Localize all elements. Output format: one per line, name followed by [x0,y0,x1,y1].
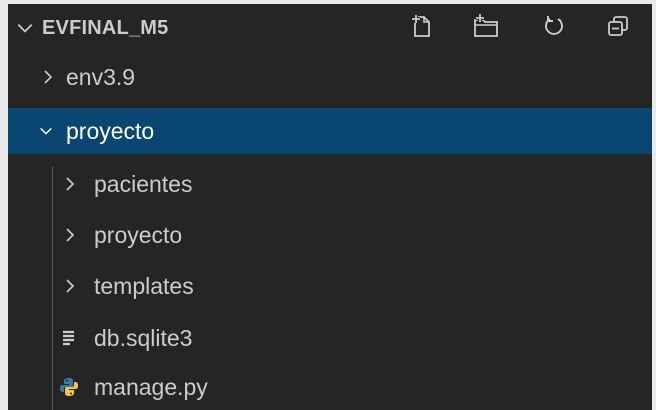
new-file-icon [412,15,430,37]
tree-item-env3-9[interactable]: env3.9 [8,54,652,100]
tree-item-proyecto-root[interactable]: proyecto [8,108,652,154]
explorer-header[interactable]: EVFINAL_M5 [8,4,652,52]
tree-item-label: templates [94,273,194,299]
tree-item-label: env3.9 [66,64,136,90]
chevron-right-icon [66,279,75,293]
refresh-button[interactable] [538,10,570,42]
tree-item-label: proyecto [66,118,155,144]
chevron-right-icon [66,228,75,242]
new-file-button[interactable] [406,10,438,42]
chevron-right-icon [66,177,75,191]
collapse-all-icon [608,16,628,36]
tree-item-label: manage.py [94,374,208,400]
chevron-down-icon [40,127,52,135]
tree-item-manage-py[interactable]: manage.py [8,364,652,410]
tree-item-templates[interactable]: templates [8,263,652,309]
new-folder-button[interactable] [470,10,502,42]
chevron-down-icon[interactable] [16,19,34,37]
screenshot-frame: EVFINAL_M5 env3.9 proyecto pacientes pro… [0,0,656,410]
chevron-right-icon [44,70,53,84]
tree-item-pacientes[interactable]: pacientes [8,161,652,207]
explorer-panel: EVFINAL_M5 env3.9 proyecto pacientes pro… [8,4,652,410]
collapse-all-button[interactable] [602,10,634,42]
tree-item-label: proyecto [94,222,183,248]
tree-item-proyecto[interactable]: proyecto [8,212,652,258]
tree-item-label: pacientes [94,171,193,197]
workspace-title: EVFINAL_M5 [42,17,169,39]
tree-item-label: db.sqlite3 [94,325,193,351]
new-folder-icon [474,14,498,37]
refresh-icon [545,16,563,35]
tree-item-db-sqlite3[interactable]: db.sqlite3 [8,315,652,361]
python-file-icon [60,378,78,396]
text-file-icon [63,330,74,346]
